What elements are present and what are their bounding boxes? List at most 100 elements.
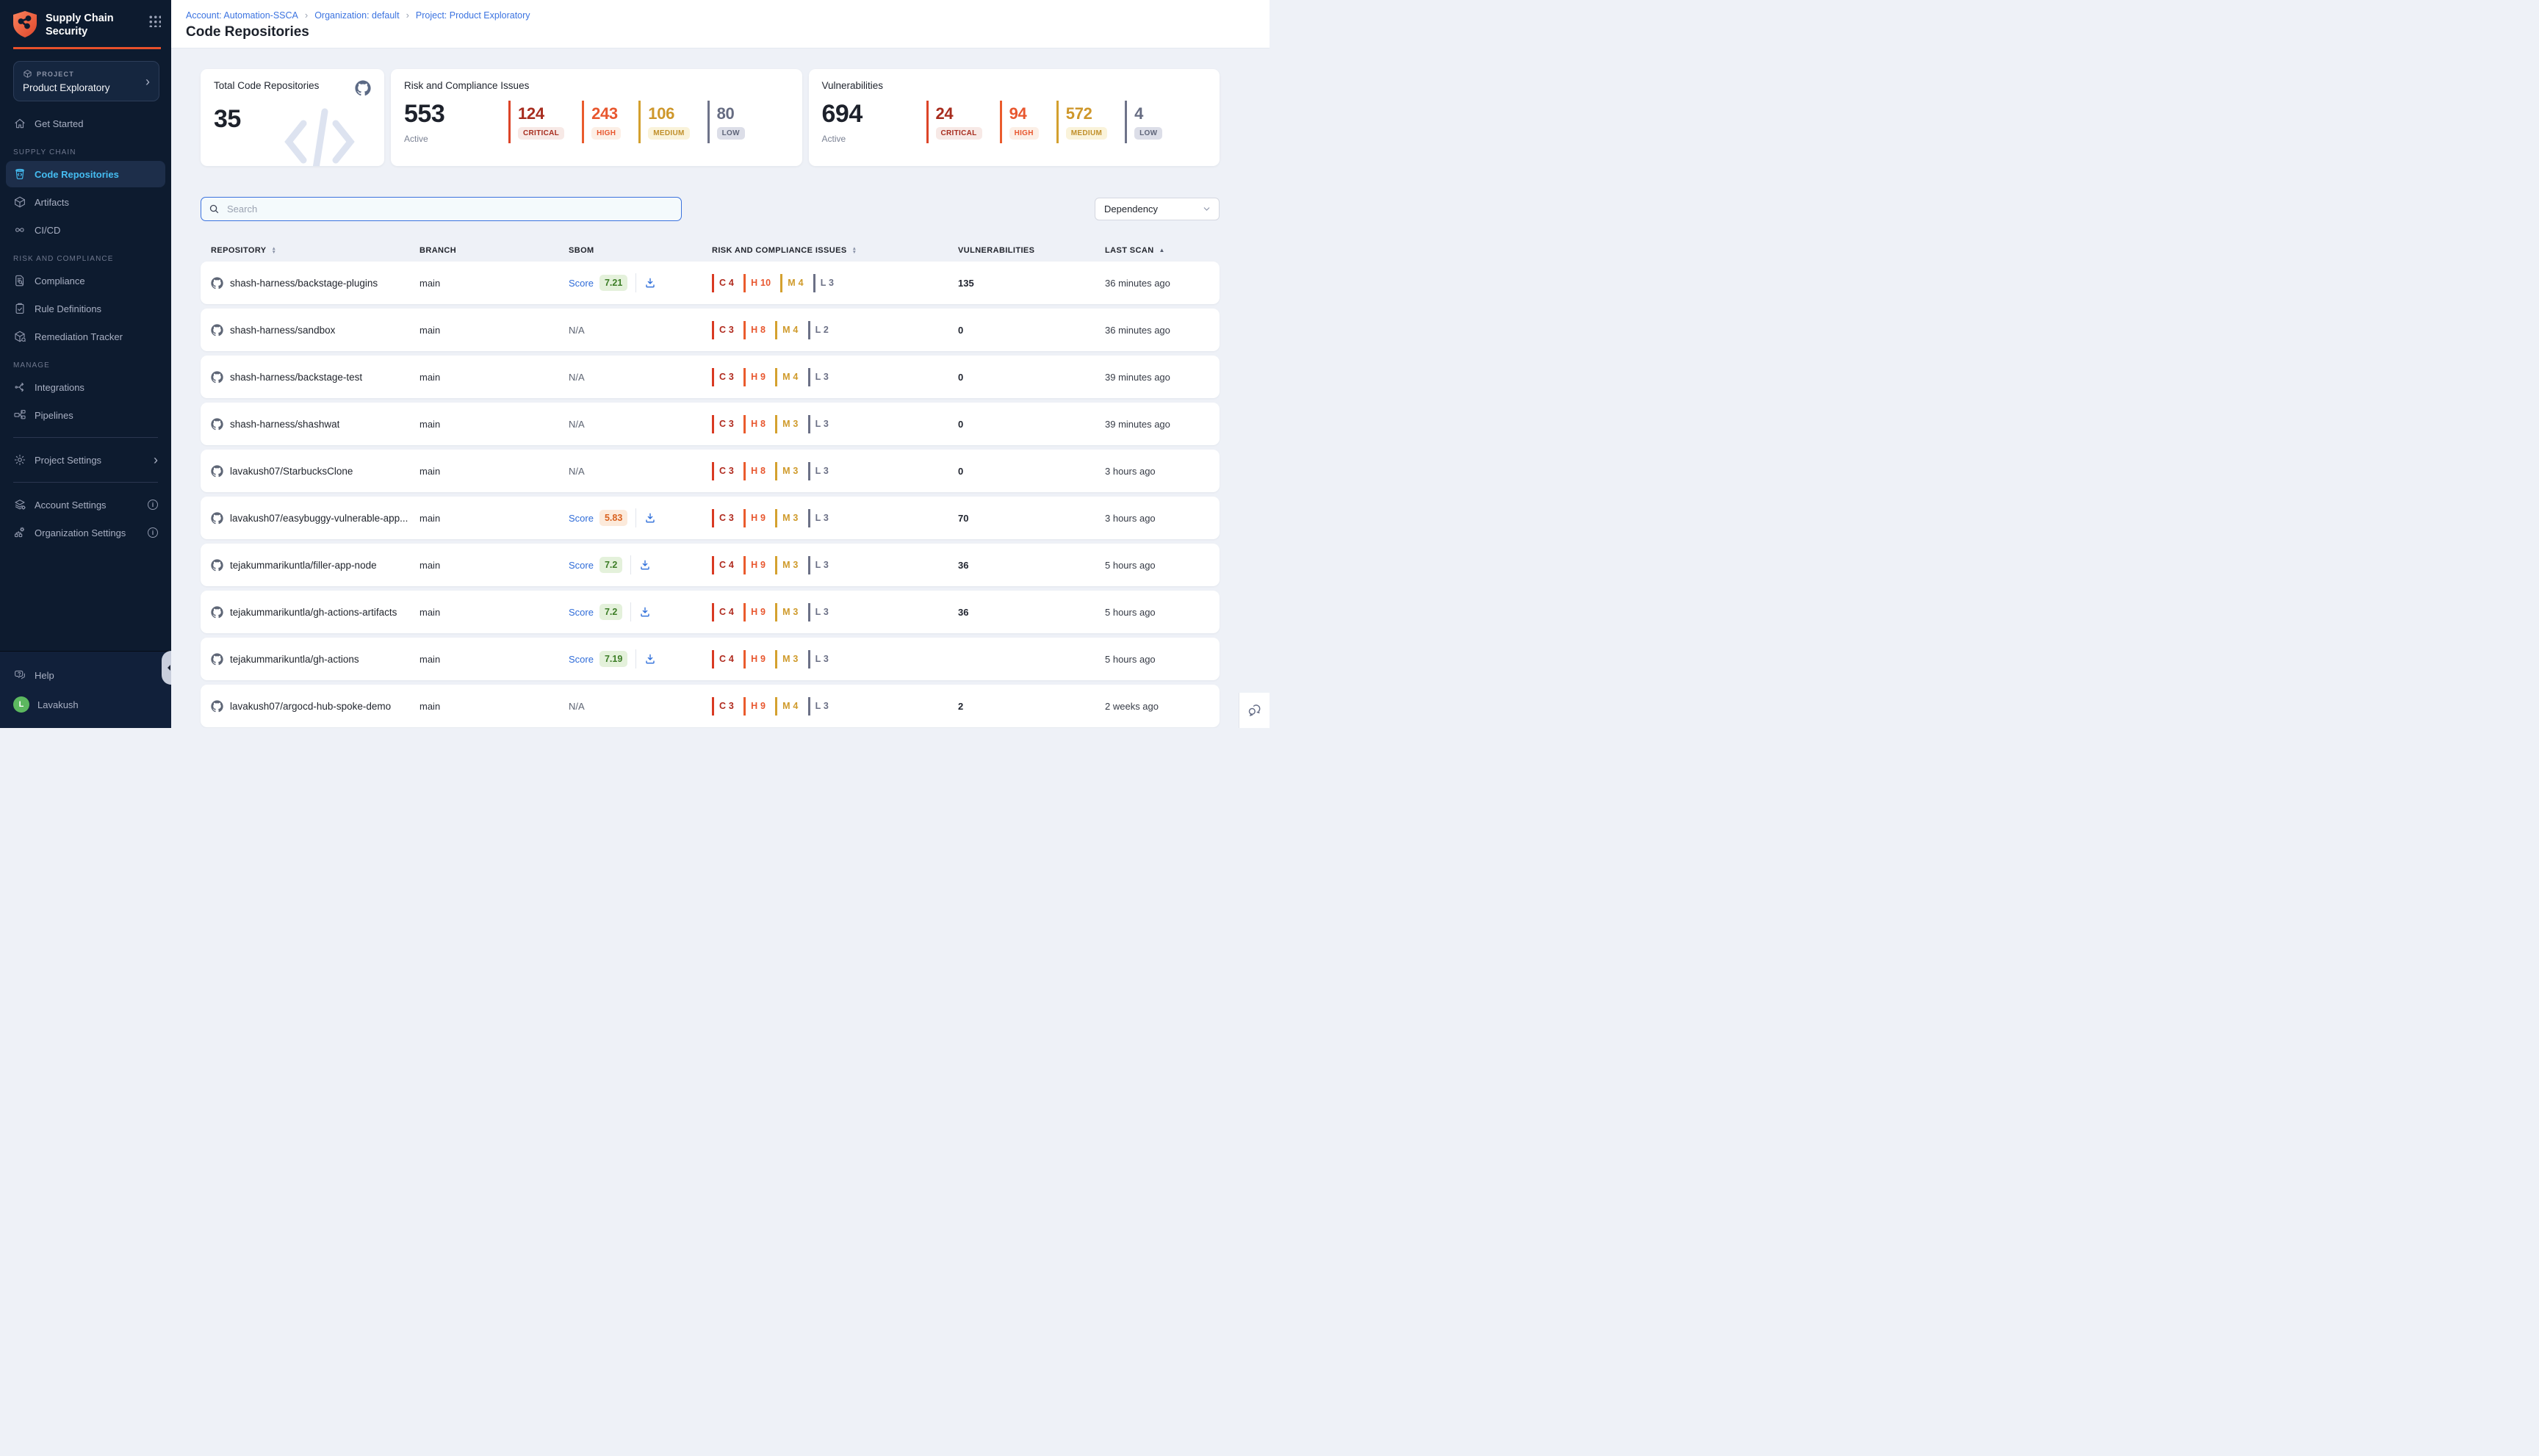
column-repository[interactable]: REPOSITORY [211,246,419,255]
sbom-cell: N/A [569,325,712,336]
vuln-critical-stat: 24 CRITICAL [926,101,982,143]
sidebar-item-code-repositories[interactable]: Code Repositories [6,161,165,187]
search-input[interactable] [226,203,674,215]
repository-name[interactable]: lavakush07/argocd-hub-spoke-demo [230,701,391,712]
table-row[interactable]: shash-harness/backstage-test main N/A C … [201,356,1220,398]
repository-name[interactable]: shash-harness/backstage-test [230,372,362,383]
sidebar-item-project-settings[interactable]: Project Settings [6,447,165,473]
sidebar: Supply Chain Security PROJECT Product Ex… [0,0,171,728]
app-grid-icon[interactable] [148,15,161,27]
info-icon[interactable] [148,527,158,538]
sidebar-item-remediation-tracker[interactable]: Remediation Tracker [6,323,165,350]
sbom-cell: Score 7.2 [569,602,712,621]
table-row[interactable]: lavakush07/easybuggy-vulnerable-app... m… [201,497,1220,539]
table-row[interactable]: tejakummarikuntla/gh-actions-artifacts m… [201,591,1220,633]
sidebar-item-ci-cd[interactable]: CI/CD [6,217,165,243]
table-row[interactable]: shash-harness/backstage-plugins main Sco… [201,262,1220,304]
medium-badge: MEDIUM [1066,127,1107,140]
risk-low-chip: L 3 [813,274,834,292]
branch-name: main [419,278,569,289]
risk-high-stat: 243 HIGH [582,101,621,143]
critical-badge: CRITICAL [936,127,982,140]
toolbar: Dependency [201,197,1220,221]
github-icon [211,277,223,289]
repository-name[interactable]: shash-harness/backstage-plugins [230,278,378,289]
vulnerability-count: 0 [958,372,1105,383]
project-selector[interactable]: PROJECT Product Exploratory [13,61,159,101]
sidebar-collapse-handle[interactable] [162,651,171,685]
table-row[interactable]: shash-harness/shashwat main N/A C 3H 8M … [201,403,1220,445]
sbom-score-link[interactable]: Score [569,654,594,665]
sbom-na: N/A [569,419,585,430]
sidebar-item-compliance[interactable]: Compliance [6,267,165,294]
download-sbom-icon[interactable] [639,559,651,571]
table-row[interactable]: tejakummarikuntla/gh-actions main Score … [201,638,1220,680]
sidebar-item-artifacts[interactable]: Artifacts [6,189,165,215]
sidebar-item-integrations[interactable]: Integrations [6,374,165,400]
download-sbom-icon[interactable] [644,653,656,665]
sbom-score-link[interactable]: Score [569,560,594,571]
risk-medium-stat: 106 MEDIUM [638,101,689,143]
download-sbom-icon[interactable] [639,606,651,618]
layers-gear-icon [13,498,26,511]
sbom-score-link[interactable]: Score [569,278,594,289]
sidebar-item-account-settings[interactable]: Account Settings [6,491,165,518]
github-icon [211,653,223,666]
download-sbom-icon[interactable] [644,277,656,289]
sbom-score-link[interactable]: Score [569,513,594,524]
table-row[interactable]: lavakush07/argocd-hub-spoke-demo main N/… [201,685,1220,727]
risk-critical-chip: C 3 [712,368,734,386]
breadcrumb-project[interactable]: Project: Product Exploratory [400,10,530,21]
risk-low-chip: L 3 [808,697,829,716]
sidebar-item-help[interactable]: Help [6,662,165,688]
page-header: Account: Automation-SSCA Organization: d… [171,0,1270,48]
sbom-cell: Score 5.83 [569,508,712,527]
repository-name[interactable]: tejakummarikuntla/filler-app-node [230,560,377,571]
vulnerability-count: 36 [958,607,1105,618]
vulnerabilities-card: Vulnerabilities 694 Active 24 CRITICAL [809,69,1220,166]
dependency-filter-select[interactable]: Dependency [1095,198,1220,220]
sort-icon[interactable] [272,247,277,255]
sbom-score-link[interactable]: Score [569,607,594,618]
table-row[interactable]: tejakummarikuntla/filler-app-node main S… [201,544,1220,586]
risk-medium-chip: M 3 [775,509,798,527]
risk-critical-chip: C 4 [712,603,734,621]
repository-name[interactable]: tejakummarikuntla/gh-actions [230,654,359,665]
column-last-scan[interactable]: LAST SCAN [1105,246,1220,255]
repository-name[interactable]: shash-harness/shashwat [230,419,339,430]
search-icon [209,203,220,215]
chat-bubbles-icon [1247,702,1263,718]
repository-name[interactable]: lavakush07/easybuggy-vulnerable-app... [230,513,408,524]
high-badge: HIGH [1009,127,1039,140]
sidebar-item-get-started[interactable]: Get Started [6,110,165,137]
table-row[interactable]: lavakush07/StarbucksClone main N/A C 3H … [201,450,1220,492]
last-scan: 3 hours ago [1105,513,1220,524]
breadcrumb-organization[interactable]: Organization: default [298,10,400,21]
table-row[interactable]: shash-harness/sandbox main N/A C 3H 8M 4… [201,309,1220,351]
infinity-icon [13,223,26,237]
repository-name[interactable]: lavakush07/StarbucksClone [230,466,353,477]
download-sbom-icon[interactable] [644,512,656,524]
total-repos-title: Total Code Repositories [214,80,319,91]
sidebar-item-pipelines[interactable]: Pipelines [6,402,165,428]
support-chat-button[interactable] [1239,693,1270,728]
column-risk-issues[interactable]: RISK AND COMPLIANCE ISSUES [712,246,958,255]
sidebar-item-user[interactable]: L Lavakush [6,690,165,719]
breadcrumb-account[interactable]: Account: Automation-SSCA [186,10,298,21]
divider [635,649,636,668]
vulnerabilities-title: Vulnerabilities [822,80,884,91]
sidebar-item-rule-definitions[interactable]: Rule Definitions [6,295,165,322]
sidebar-item-organization-settings[interactable]: Organization Settings [6,519,165,546]
sort-ascending-icon[interactable] [1159,248,1165,253]
risk-high-chip: H 9 [743,556,766,574]
breadcrumb: Account: Automation-SSCA Organization: d… [186,10,1255,21]
high-badge: HIGH [591,127,621,140]
sbom-na: N/A [569,466,585,477]
info-icon[interactable] [148,500,158,510]
divider [635,273,636,292]
sort-icon[interactable] [852,247,857,255]
repository-name[interactable]: tejakummarikuntla/gh-actions-artifacts [230,607,397,618]
sbom-cell: Score 7.19 [569,649,712,668]
divider [635,508,636,527]
repository-name[interactable]: shash-harness/sandbox [230,325,335,336]
